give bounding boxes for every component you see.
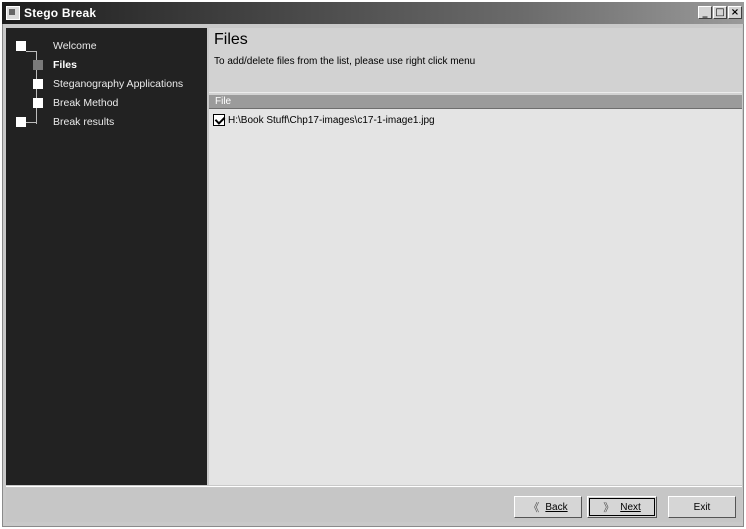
step-marker-icon xyxy=(33,60,43,70)
back-button-label: Back xyxy=(545,501,568,513)
chevron-right-icon: 》 xyxy=(603,502,615,514)
step-steganography-applications[interactable]: Steganography Applications xyxy=(33,75,183,93)
file-list[interactable]: File H:\Book Stuff\Chp17-images\c17-1-im… xyxy=(209,95,742,485)
next-button[interactable]: 》 Next xyxy=(587,496,657,518)
step-break-method[interactable]: Break Method xyxy=(33,94,118,112)
step-marker-icon xyxy=(33,98,43,108)
step-label: Break Method xyxy=(53,97,119,109)
files-panel: Files To add/delete files from the list,… xyxy=(209,28,742,485)
divider xyxy=(209,92,742,93)
step-label: Welcome xyxy=(53,40,97,52)
step-label: Steganography Applications xyxy=(53,78,184,90)
exit-button[interactable]: Exit xyxy=(668,496,736,518)
window-controls: _ □ × xyxy=(697,6,742,19)
close-button[interactable]: × xyxy=(728,6,742,19)
chevron-left-icon: 《 xyxy=(528,502,540,514)
step-marker-icon xyxy=(16,41,26,51)
minimize-button[interactable]: _ xyxy=(698,6,712,19)
file-path: H:\Book Stuff\Chp17-images\c17-1-image1.… xyxy=(228,114,435,126)
file-checkbox[interactable] xyxy=(213,114,225,126)
step-label: Break results xyxy=(53,116,115,128)
window-title: Stego Break xyxy=(24,6,97,20)
app-icon xyxy=(6,6,20,20)
divider xyxy=(6,486,742,487)
page-title: Files xyxy=(214,31,248,48)
step-files[interactable]: Files xyxy=(33,56,77,74)
exit-button-label: Exit xyxy=(693,501,711,513)
title-bar[interactable]: Stego Break _ □ × xyxy=(2,2,744,24)
page-instructions: To add/delete files from the list, pleas… xyxy=(214,56,476,67)
step-welcome[interactable]: Welcome xyxy=(16,37,97,55)
step-label: Files xyxy=(53,59,77,71)
next-button-label: Next xyxy=(620,501,641,513)
wizard-steps-sidebar: Welcome Files Steganography Applications… xyxy=(6,28,207,485)
step-marker-icon xyxy=(33,79,43,89)
step-break-results[interactable]: Break results xyxy=(16,113,114,131)
step-marker-icon xyxy=(16,117,26,127)
back-button[interactable]: 《 Back xyxy=(514,496,582,518)
wizard-footer: 《 Back 》 Next Exit xyxy=(6,488,742,522)
column-header-file[interactable]: File xyxy=(209,95,742,109)
list-item[interactable]: H:\Book Stuff\Chp17-images\c17-1-image1.… xyxy=(209,112,742,128)
maximize-button[interactable]: □ xyxy=(713,6,727,19)
